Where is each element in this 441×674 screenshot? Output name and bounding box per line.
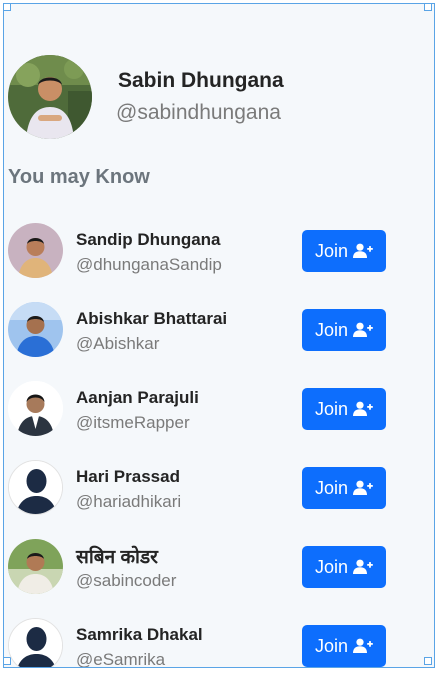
user-handle: @eSamrika — [76, 650, 166, 668]
list-item: सबिन कोडर @sabincoder Join — [4, 536, 434, 615]
avatar[interactable] — [8, 460, 63, 515]
avatar[interactable] — [8, 618, 63, 667]
join-label: Join — [314, 319, 349, 340]
join-button[interactable]: Join — [302, 546, 386, 588]
user-plus-icon — [353, 243, 373, 259]
user-plus-icon — [353, 401, 373, 417]
join-button[interactable]: Join — [302, 309, 386, 351]
user-handle: @sabincoder — [76, 571, 177, 590]
resize-handle-top-right[interactable] — [424, 4, 432, 11]
join-label: Join — [314, 635, 349, 656]
user-handle: @itsmeRapper — [76, 413, 190, 432]
join-button[interactable]: Join — [302, 388, 386, 430]
resize-handle-top-left[interactable] — [4, 4, 11, 11]
user-handle: @Abishkar — [76, 334, 160, 353]
join-button[interactable]: Join — [302, 230, 386, 272]
list-item: Abishkar Bhattarai @Abishkar Join — [4, 299, 434, 378]
join-button[interactable]: Join — [302, 625, 386, 667]
user-plus-icon — [353, 559, 373, 575]
user-plus-icon — [353, 322, 373, 338]
list-item: Sandip Dhungana @dhunganaSandip Join — [4, 220, 434, 299]
user-handle: @dhunganaSandip — [76, 255, 222, 274]
avatar[interactable] — [8, 223, 63, 278]
user-name: Abishkar Bhattarai — [76, 309, 228, 328]
list-item: Samrika Dhakal @eSamrika Join — [4, 615, 434, 668]
suggestions-panel: Sabin Dhungana @sabindhungana You may Kn… — [3, 3, 435, 668]
join-label: Join — [314, 556, 349, 577]
user-name: Samrika Dhakal — [76, 625, 203, 644]
suggestion-list: Sandip Dhungana @dhunganaSandip Join Abi… — [4, 220, 434, 668]
user-plus-icon — [353, 480, 373, 496]
profile-handle: @sabindhungana — [116, 101, 281, 124]
join-label: Join — [314, 477, 349, 498]
user-handle: @hariadhikari — [76, 492, 182, 511]
user-name: Sandip Dhungana — [76, 230, 221, 249]
user-plus-icon — [353, 638, 373, 654]
join-button[interactable]: Join — [302, 467, 386, 509]
list-item: Hari Prassad @hariadhikari Join — [4, 457, 434, 536]
avatar[interactable] — [8, 302, 63, 357]
list-item: Aanjan Parajuli @itsmeRapper Join — [4, 378, 434, 457]
avatar[interactable] — [8, 55, 92, 139]
user-name: Hari Prassad — [76, 467, 180, 486]
user-name: Aanjan Parajuli — [76, 388, 199, 407]
avatar[interactable] — [8, 381, 63, 436]
current-user-profile[interactable]: Sabin Dhungana @sabindhungana — [8, 55, 428, 141]
join-label: Join — [314, 240, 349, 261]
avatar[interactable] — [8, 539, 63, 594]
section-heading: You may Know — [8, 166, 150, 188]
join-label: Join — [314, 398, 349, 419]
profile-name: Sabin Dhungana — [118, 69, 284, 92]
user-name: सबिन कोडर — [76, 547, 158, 568]
